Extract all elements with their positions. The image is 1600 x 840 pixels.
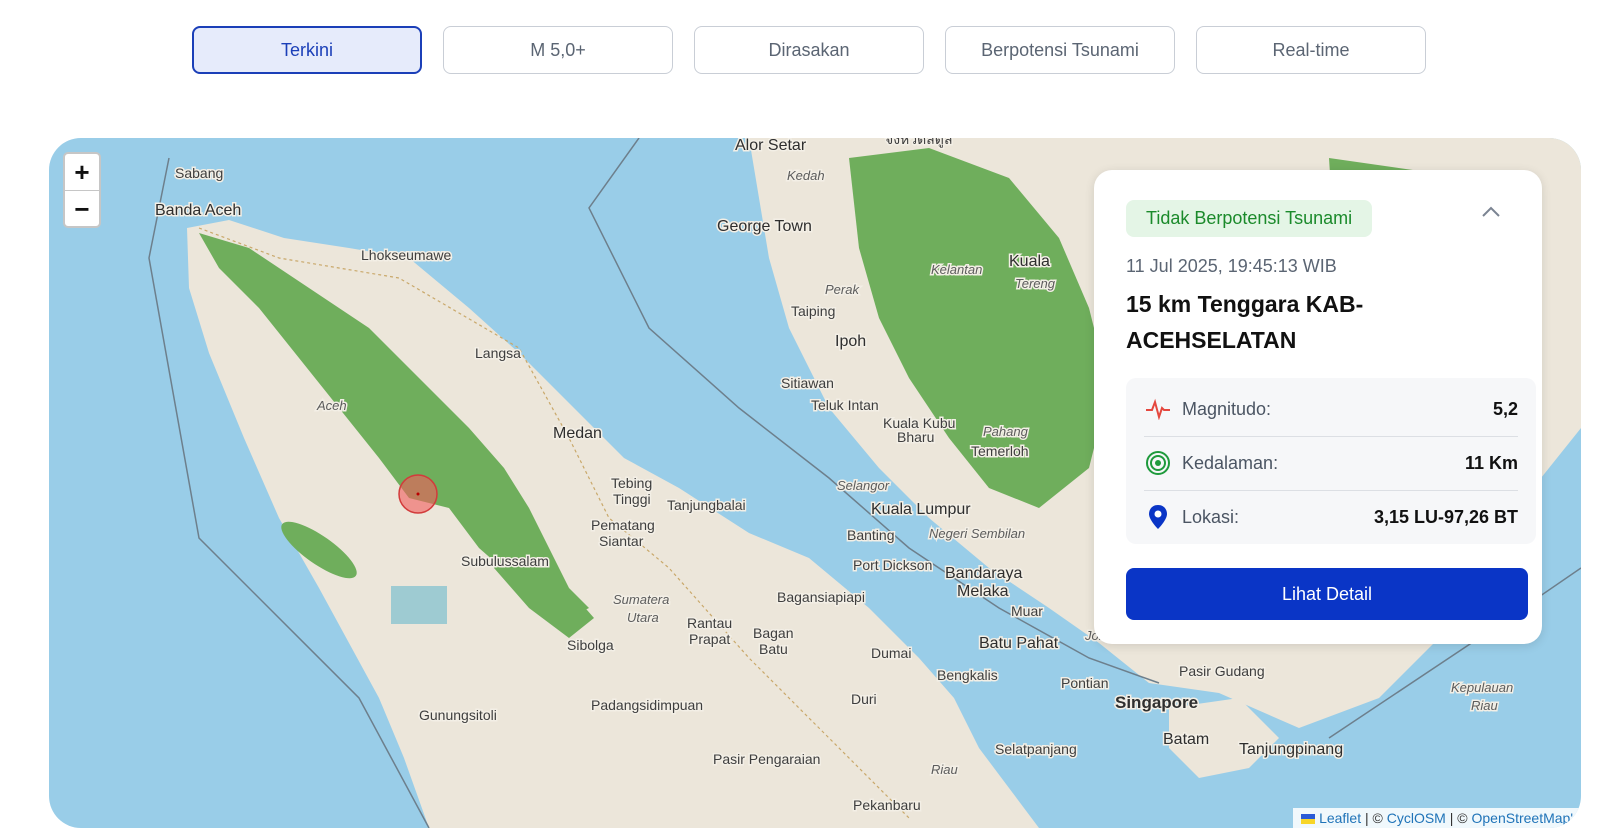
event-datetime: 11 Jul 2025, 19:45:13 WIB bbox=[1126, 256, 1337, 276]
magnitude-value: 5,2 bbox=[1492, 398, 1518, 419]
attribution-separator: | © bbox=[1361, 810, 1387, 826]
magnitude-row: Magnitudo: 5,2 bbox=[1144, 382, 1518, 437]
place-label: Kelantan bbox=[931, 262, 982, 277]
leaflet-link[interactable]: Leaflet bbox=[1319, 810, 1361, 826]
place-label: Pasir Pengaraian bbox=[713, 751, 820, 767]
tab-berpotensi-tsunami[interactable]: Berpotensi Tsunami bbox=[945, 26, 1175, 74]
place-label: Rantau bbox=[687, 615, 732, 631]
place-label: Bagansiapiapi bbox=[777, 589, 865, 605]
place-label: Langsa bbox=[475, 345, 521, 361]
place-label: Sibolga bbox=[567, 637, 614, 653]
place-label: Negeri Sembilan bbox=[929, 526, 1025, 541]
chevron-up-icon[interactable] bbox=[1480, 204, 1502, 220]
location-label: Lokasi: bbox=[1182, 506, 1240, 527]
place-label: Bengkalis bbox=[937, 667, 998, 683]
place-label: Kedah bbox=[787, 168, 825, 183]
place-label: Utara bbox=[627, 610, 659, 625]
place-label: Padangsidimpuan bbox=[591, 697, 703, 713]
place-label: Sumatera bbox=[613, 592, 669, 607]
place-label: Kuala bbox=[1009, 253, 1050, 270]
pulse-icon bbox=[1144, 395, 1172, 423]
earthquake-info-card: Tidak Berpotensi Tsunami 11 Jul 2025, 19… bbox=[1094, 170, 1542, 644]
place-label: Subulussalam bbox=[461, 553, 549, 569]
place-label: Lhokseumawe bbox=[361, 247, 451, 263]
zoom-control: + − bbox=[63, 152, 101, 228]
place-label: Riau bbox=[931, 762, 958, 777]
place-label: Batu bbox=[759, 641, 788, 657]
place-label: Bandaraya bbox=[945, 565, 1022, 582]
place-label: Pasir Gudang bbox=[1179, 663, 1265, 679]
target-icon bbox=[1144, 449, 1172, 477]
place-label: Bharu bbox=[897, 429, 934, 445]
place-label: Teluk Intan bbox=[811, 397, 879, 413]
place-label: Siantar bbox=[599, 533, 644, 549]
place-label: Bagan bbox=[753, 625, 793, 641]
tsunami-status-badge: Tidak Berpotensi Tsunami bbox=[1126, 200, 1373, 237]
view-detail-button[interactable]: Lihat Detail bbox=[1126, 568, 1528, 620]
place-label: Tinggi bbox=[613, 491, 651, 507]
place-label: Tereng bbox=[1015, 276, 1056, 291]
place-label: Riau bbox=[1471, 698, 1498, 713]
epicenter-dot bbox=[416, 492, 420, 496]
ukraine-flag-icon bbox=[1301, 814, 1316, 824]
event-details-panel: Magnitudo: 5,2 Kedalaman: 11 Km Lokasi: … bbox=[1126, 378, 1536, 544]
place-label: Gunungsitoli bbox=[419, 707, 497, 723]
place-label: Sitiawan bbox=[781, 375, 834, 391]
place-label: Selangor bbox=[837, 478, 890, 493]
zoom-in-button[interactable]: + bbox=[65, 154, 99, 191]
place-label: Tebing bbox=[611, 475, 652, 491]
location-pin-icon bbox=[1144, 503, 1172, 531]
place-label: Pekanbaru bbox=[853, 797, 921, 813]
place-label: Banting bbox=[847, 527, 894, 543]
filter-tabs: Terkini M 5,0+ Dirasakan Berpotensi Tsun… bbox=[192, 26, 1426, 74]
banyak-islands bbox=[391, 586, 447, 624]
place-label: Taiping bbox=[791, 303, 835, 319]
place-label: George Town bbox=[717, 218, 812, 235]
magnitude-label: Magnitudo: bbox=[1182, 398, 1272, 419]
place-label: Temerloh bbox=[971, 443, 1029, 459]
place-label: Pahang bbox=[983, 424, 1029, 439]
location-value: 3,15 LU-97,26 BT bbox=[1373, 506, 1518, 527]
place-label: Batu Pahat bbox=[979, 635, 1059, 652]
attribution-separator: | © bbox=[1445, 810, 1472, 826]
place-label: Kepulauan bbox=[1451, 680, 1513, 695]
place-label: Tanjungpinang bbox=[1239, 741, 1343, 758]
place-label: Pontian bbox=[1061, 675, 1108, 691]
place-label: จังหวัดสตูล bbox=[885, 138, 952, 148]
place-label: Batam bbox=[1163, 731, 1209, 748]
place-label: Pematang bbox=[591, 517, 655, 533]
place-label: Duri bbox=[851, 691, 877, 707]
tab-real-time[interactable]: Real-time bbox=[1196, 26, 1426, 74]
map-attribution: Leaflet | © CyclOSM | © OpenStreetMap' bbox=[1293, 808, 1581, 828]
place-label: Medan bbox=[553, 425, 602, 442]
location-row: Lokasi: 3,15 LU-97,26 BT bbox=[1144, 490, 1518, 544]
place-label: Banda Aceh bbox=[155, 202, 241, 219]
depth-value: 11 Km bbox=[1464, 452, 1518, 473]
place-label: Melaka bbox=[957, 583, 1009, 600]
place-label: Muar bbox=[1011, 603, 1043, 619]
place-label: Prapat bbox=[689, 631, 730, 647]
place-label: Singapore bbox=[1115, 693, 1198, 712]
place-label: Port Dickson bbox=[853, 557, 932, 573]
place-label: Ipoh bbox=[835, 333, 866, 350]
place-label: Perak bbox=[825, 282, 860, 297]
tab-dirasakan[interactable]: Dirasakan bbox=[694, 26, 924, 74]
event-title: 15 km Tenggara KAB-ACEHSELATAN bbox=[1126, 291, 1364, 353]
depth-row: Kedalaman: 11 Km bbox=[1144, 436, 1518, 491]
place-label: Tanjungbalai bbox=[667, 497, 746, 513]
place-label: Kuala Lumpur bbox=[871, 501, 971, 518]
place-label: Dumai bbox=[871, 645, 911, 661]
cyclosm-link[interactable]: CyclOSM bbox=[1387, 810, 1446, 826]
place-label: Sabang bbox=[175, 165, 223, 181]
place-label: Aceh bbox=[316, 398, 347, 413]
depth-label: Kedalaman: bbox=[1182, 452, 1279, 473]
zoom-out-button[interactable]: − bbox=[65, 191, 99, 227]
tab-m5-plus[interactable]: M 5,0+ bbox=[443, 26, 673, 74]
place-label: Selatpanjang bbox=[995, 741, 1077, 757]
tab-terkini[interactable]: Terkini bbox=[192, 26, 422, 74]
openstreetmap-link[interactable]: OpenStreetMap' bbox=[1471, 810, 1573, 826]
place-label: Alor Setar bbox=[735, 138, 807, 154]
